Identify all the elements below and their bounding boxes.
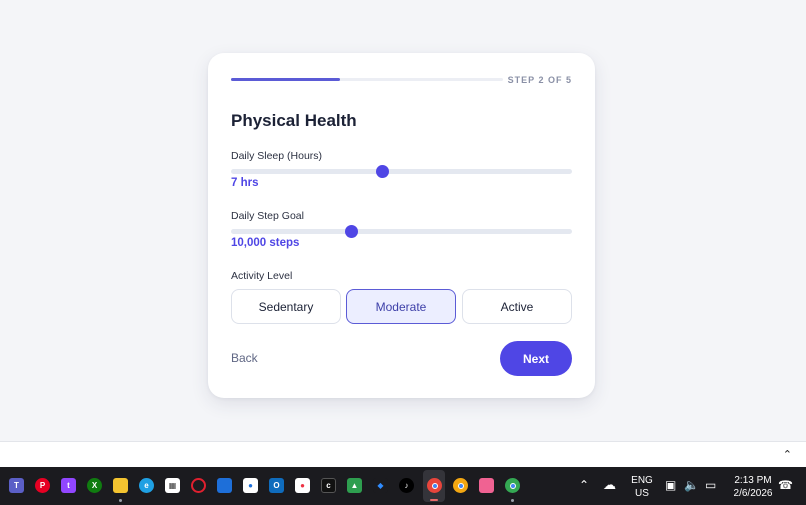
store-icon[interactable]: ▦ [165, 478, 180, 493]
chrome-icon[interactable] [427, 478, 442, 493]
clock[interactable]: 2:13 PM 2/6/2026 [726, 474, 780, 500]
progress-bar [231, 78, 503, 81]
opera-icon[interactable] [191, 478, 206, 493]
activity-option-sedentary[interactable]: Sedentary [231, 289, 341, 324]
next-button[interactable]: Next [500, 341, 572, 376]
chevron-up-icon[interactable]: ⌃ [783, 448, 792, 461]
sleep-slider[interactable] [231, 165, 572, 178]
taskbar: T P t X e ▦ ● O ● c ▲ ◆ ♪ ⌃ ☁ ENG US ▣ 🔈… [0, 467, 806, 505]
volume-icon[interactable]: 🔈 [684, 479, 699, 491]
pinterest-icon[interactable]: P [35, 478, 50, 493]
running-indicator [119, 499, 122, 502]
step-goal-value: 10,000 steps [231, 237, 300, 249]
step-goal-slider-thumb[interactable] [344, 225, 358, 238]
activity-level-label: Activity Level [231, 270, 293, 282]
app-icon[interactable]: ● [295, 478, 310, 493]
app-icon[interactable]: ◆ [373, 478, 388, 493]
sleep-label: Daily Sleep (Hours) [231, 150, 323, 162]
teams-icon[interactable]: T [9, 478, 24, 493]
region-code: US [635, 488, 649, 499]
outlook-icon[interactable]: O [269, 478, 284, 493]
step-indicator: STEP 2 OF 5 [507, 75, 572, 85]
chrome-icon[interactable] [453, 478, 468, 493]
app-icon[interactable]: ● [243, 478, 258, 493]
xbox-icon[interactable]: X [87, 478, 102, 493]
file-explorer-icon[interactable] [113, 478, 128, 493]
running-indicator [511, 499, 514, 502]
step-goal-slider[interactable] [231, 225, 572, 238]
network-icon[interactable]: ▣ [665, 479, 676, 491]
sleep-value: 7 hrs [231, 177, 259, 189]
page-title: Physical Health [231, 111, 357, 130]
step-goal-label: Daily Step Goal [231, 210, 304, 222]
notification-icon[interactable]: ☎ [778, 479, 793, 491]
capcut-icon[interactable]: c [321, 478, 336, 493]
clock-time: 2:13 PM [734, 475, 772, 486]
app-icon[interactable] [479, 478, 494, 493]
tiktok-icon[interactable]: ♪ [399, 478, 414, 493]
language-code: ENG [631, 475, 653, 486]
taskbar-active-indicator [430, 499, 438, 501]
activity-option-active[interactable]: Active [462, 289, 572, 324]
chevron-up-icon[interactable]: ⌃ [579, 479, 589, 491]
sleep-slider-thumb[interactable] [376, 165, 390, 178]
language-indicator[interactable]: ENG US [628, 474, 656, 500]
progress-bar-fill [231, 78, 340, 81]
clock-date: 2/6/2026 [733, 488, 773, 499]
battery-icon[interactable]: ▭ [705, 479, 716, 491]
twitch-icon[interactable]: t [61, 478, 76, 493]
page-viewport: STEP 2 OF 5 Physical Health Daily Sleep … [0, 0, 806, 441]
app-icon[interactable]: ▲ [347, 478, 362, 493]
back-button[interactable]: Back [231, 351, 258, 365]
chrome-icon[interactable] [505, 478, 520, 493]
activity-option-moderate[interactable]: Moderate [346, 289, 456, 324]
app-icon[interactable] [217, 478, 232, 493]
edge-icon[interactable]: e [139, 478, 154, 493]
onedrive-cloud-icon[interactable]: ☁ [603, 478, 616, 491]
health-form-card: STEP 2 OF 5 Physical Health Daily Sleep … [208, 53, 595, 398]
browser-bottom-bar: ⌃ [0, 441, 806, 467]
